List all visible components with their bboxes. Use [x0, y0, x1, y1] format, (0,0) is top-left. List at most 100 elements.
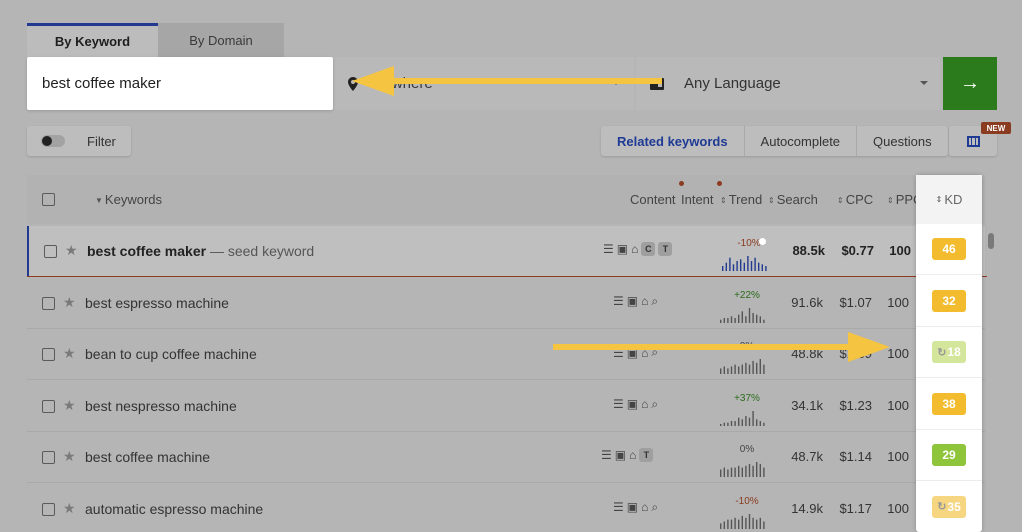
tab-questions[interactable]: Questions	[857, 126, 948, 156]
row-checkbox[interactable]	[42, 348, 55, 361]
table-row[interactable]: ★ best nespresso machine ☰ ▣ ⌂ ⌕ +37% 34.1k $1.2…	[27, 381, 985, 432]
refresh-icon: ↻	[937, 346, 947, 359]
sparkline-bar	[750, 261, 753, 271]
sparkline-bar	[720, 423, 722, 426]
cpc-value: $0.77	[841, 243, 874, 258]
filter-label: Filter	[87, 133, 116, 149]
sort-icon: ⇕	[887, 196, 894, 205]
serp-feature-icons: ☰ ▣ ⌂ ⌕	[613, 500, 658, 515]
kd-score-badge[interactable]: ↻ 35	[932, 495, 966, 518]
kd-cell: ↻ 35	[916, 482, 982, 532]
cpc-value: $1.17	[839, 500, 872, 516]
keyword-search-input[interactable]: best coffee maker	[27, 57, 333, 110]
filter-toggle[interactable]	[41, 135, 65, 147]
row-checkbox[interactable]	[42, 296, 55, 310]
keyword-text[interactable]: automatic espresso machine	[85, 501, 263, 517]
keyword-label: best espresso machine	[85, 294, 229, 311]
kd-cell: ↻ 18	[916, 327, 982, 378]
kd-score: 46	[942, 242, 956, 256]
header-kd[interactable]: ⇕ KD	[916, 175, 982, 224]
trend-sparkline	[720, 410, 765, 426]
sparkline-bar	[732, 264, 735, 271]
star-icon[interactable]: ★	[63, 345, 76, 362]
ppc-value: 100	[887, 500, 909, 516]
kd-score-badge[interactable]: 46	[932, 238, 966, 260]
serp-feature-icons: ☰ ▣ ⌂ T	[601, 448, 654, 462]
table-row[interactable]: ★ best coffee maker — seed keyword ☰ ▣ ⌂ C T -1…	[27, 226, 985, 277]
keyword-text[interactable]: best coffee maker — seed keyword	[87, 243, 314, 259]
search-icon: ⌕	[651, 396, 659, 411]
keyword-text[interactable]: best coffee machine	[85, 449, 210, 465]
shop-icon: ⌂	[641, 397, 649, 411]
image-icon: ▣	[616, 242, 629, 256]
table-row[interactable]: ★ automatic espresso machine ☰ ▣ ⌂ ⌕ -10% 14.9k…	[27, 484, 985, 532]
tab-related-keywords[interactable]: Related keywords	[601, 126, 745, 156]
search-icon: ⌕	[651, 345, 659, 359]
keyword-text[interactable]: bean to cup coffee machine	[85, 346, 257, 362]
header-trend[interactable]: ⇕ Trend	[720, 192, 762, 207]
row-checkbox[interactable]	[42, 502, 55, 516]
kd-score-badge[interactable]: 29	[932, 444, 966, 466]
star-icon[interactable]: ★	[63, 397, 76, 414]
tab-by-keyword[interactable]: By Keyword	[27, 23, 158, 57]
keyword-label: bean to cup coffee machine	[85, 346, 257, 362]
row-checkbox[interactable]	[42, 451, 55, 464]
location-select[interactable]: nywhere	[334, 57, 634, 110]
table-row[interactable]: ★ bean to cup coffee machine ☰ ▣ ⌂ ⌕ 0% 48.8k $1…	[27, 329, 985, 380]
sparkline-bar	[756, 362, 758, 374]
keyword-label: best nespresso machine	[85, 397, 237, 414]
sparkline-bar	[748, 513, 751, 529]
tab-by-domain[interactable]: By Domain	[158, 23, 284, 57]
trend-percent: -10%	[735, 495, 759, 507]
new-badge: NEW	[981, 122, 1011, 134]
header-content[interactable]: Content	[630, 192, 676, 207]
search-volume: 91.6k	[791, 294, 823, 310]
shop-icon: ⌂	[631, 242, 639, 256]
sparkline-bar	[745, 465, 747, 477]
table-row[interactable]: ★ best espresso machine ☰ ▣ ⌂ ⌕ +22% 91.6k $1.07…	[27, 278, 985, 329]
sparkline-bar	[741, 310, 743, 323]
ppc-value: 100	[889, 243, 911, 258]
search-volume: 48.8k	[791, 346, 823, 361]
filter-button[interactable]: Filter	[27, 126, 131, 156]
sparkline-bar	[738, 366, 740, 374]
keyword-text[interactable]: best nespresso machine	[85, 398, 237, 414]
cpc-value: $1.39	[839, 346, 872, 361]
select-all-checkbox[interactable]	[42, 193, 55, 206]
star-icon[interactable]: ★	[63, 448, 76, 465]
header-intent[interactable]: Intent	[681, 192, 714, 207]
kd-score-badge[interactable]: 32	[932, 289, 966, 312]
search-go-button[interactable]: →	[943, 57, 997, 110]
sparkline-bar	[743, 262, 745, 271]
row-checkbox[interactable]	[44, 245, 57, 258]
sparkline-bar	[727, 519, 729, 529]
star-icon[interactable]: ★	[65, 242, 78, 259]
table-columns-icon	[966, 135, 980, 147]
sparkline-bar	[720, 368, 722, 374]
keyword-text[interactable]: best espresso machine	[85, 295, 229, 311]
trend-percent: 0%	[739, 444, 755, 455]
shop-icon: ⌂	[629, 448, 637, 462]
tab-autocomplete[interactable]: Autocomplete	[745, 126, 858, 156]
table-scrollbar[interactable]	[988, 233, 994, 249]
list-icon: ☰	[613, 345, 624, 360]
star-icon[interactable]: ★	[63, 294, 76, 311]
header-keywords[interactable]: ▼ Keywords	[95, 192, 162, 207]
star-icon[interactable]: ★	[63, 500, 76, 517]
language-select[interactable]: Any Language	[636, 57, 940, 110]
sparkline-bar	[756, 314, 758, 323]
table-row[interactable]: ★ best coffee machine ☰ ▣ ⌂ T 0% 48.7k $1.14 100	[27, 432, 985, 483]
search-volume: 48.7k	[791, 449, 823, 464]
list-icon: ☰	[603, 242, 614, 256]
header-search[interactable]: ⇕ Search	[768, 192, 818, 207]
kd-score-badge[interactable]: 38	[932, 392, 966, 415]
sparkline-bar	[723, 366, 725, 374]
row-checkbox[interactable]	[42, 399, 55, 413]
header-cpc[interactable]: ⇕ CPC	[837, 192, 873, 207]
search-volume: 88.5k	[792, 243, 825, 258]
shop-icon: ⌂	[641, 345, 649, 360]
keyword-label: best coffee maker	[87, 243, 207, 259]
sparkline-bar	[734, 517, 736, 529]
intent-badge: T	[658, 242, 673, 256]
kd-score-badge[interactable]: ↻ 18	[932, 341, 966, 363]
